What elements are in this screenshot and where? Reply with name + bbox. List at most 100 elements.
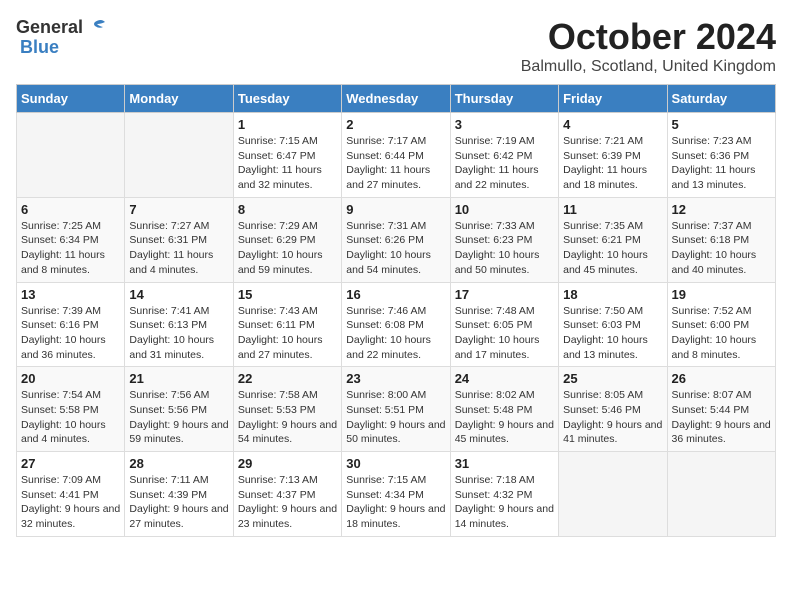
cell-daylight: Daylight: 9 hours and 54 minutes.	[238, 419, 337, 446]
cell-info: Sunrise: 7:56 AMSunset: 5:56 PMDaylight:…	[129, 388, 228, 447]
calendar-cell: 9Sunrise: 7:31 AMSunset: 6:26 PMDaylight…	[342, 197, 450, 282]
cell-sunrise: Sunrise: 7:23 AM	[672, 135, 752, 147]
cell-daylight: Daylight: 9 hours and 18 minutes.	[346, 503, 445, 530]
cell-sunset: Sunset: 5:58 PM	[21, 404, 99, 416]
cell-daylight: Daylight: 11 hours and 8 minutes.	[21, 249, 105, 276]
cell-day-number: 11	[563, 202, 662, 217]
calendar-cell: 16Sunrise: 7:46 AMSunset: 6:08 PMDayligh…	[342, 282, 450, 367]
cell-daylight: Daylight: 11 hours and 27 minutes.	[346, 164, 430, 191]
cell-info: Sunrise: 7:21 AMSunset: 6:39 PMDaylight:…	[563, 134, 662, 193]
cell-sunset: Sunset: 5:44 PM	[672, 404, 750, 416]
cell-sunset: Sunset: 4:41 PM	[21, 489, 99, 501]
cell-info: Sunrise: 7:11 AM Sunset: 4:39 PM Daylight:…	[129, 473, 228, 532]
cell-sunrise: Sunrise: 8:05 AM	[563, 389, 643, 401]
day-sunday: Sunday	[17, 85, 125, 113]
cell-sunset: Sunset: 6:13 PM	[129, 319, 207, 331]
cell-sunrise: Sunrise: 7:09 AM	[21, 474, 101, 486]
cell-sunrise: Sunrise: 7:29 AM	[238, 220, 318, 232]
calendar-cell: 13Sunrise: 7:39 AMSunset: 6:16 PMDayligh…	[17, 282, 125, 367]
calendar-table: Sunday Monday Tuesday Wednesday Thursday…	[16, 84, 776, 537]
cell-daylight: Daylight: 10 hours and 8 minutes.	[672, 334, 757, 361]
cell-daylight: Daylight: 11 hours and 13 minutes.	[672, 164, 756, 191]
cell-sunset: Sunset: 6:23 PM	[455, 234, 533, 246]
cell-day-number: 29	[238, 456, 337, 471]
cell-info: Sunrise: 7:29 AMSunset: 6:29 PMDaylight:…	[238, 219, 337, 278]
calendar-week-3: 20Sunrise: 7:54 AMSunset: 5:58 PMDayligh…	[17, 367, 776, 452]
cell-info: Sunrise: 7:52 AMSunset: 6:00 PMDaylight:…	[672, 304, 771, 363]
calendar-cell: 23Sunrise: 8:00 AMSunset: 5:51 PMDayligh…	[342, 367, 450, 452]
day-monday: Monday	[125, 85, 233, 113]
cell-day-number: 23	[346, 371, 445, 386]
cell-sunset: Sunset: 6:05 PM	[455, 319, 533, 331]
calendar-cell: 12 Sunrise: 7:37 AMSunset: 6:18 PMDayligh…	[667, 197, 775, 282]
cell-daylight: Daylight: 10 hours and 40 minutes.	[672, 249, 757, 276]
cell-info: Sunrise: 7:35 AMSunset: 6:21 PMDaylight:…	[563, 219, 662, 278]
calendar-cell: 3Sunrise: 7:19 AMSunset: 6:42 PMDaylight…	[450, 113, 558, 198]
cell-sunset: Sunset: 4:37 PM	[238, 489, 316, 501]
cell-daylight: Daylight: 9 hours and 50 minutes.	[346, 419, 445, 446]
cell-day-number: 30	[346, 456, 445, 471]
cell-sunset: Sunset: 6:00 PM	[672, 319, 750, 331]
cell-sunrise: Sunrise: 8:02 AM	[455, 389, 535, 401]
cell-day-number: 9	[346, 202, 445, 217]
calendar-cell: 14Sunrise: 7:41 AMSunset: 6:13 PMDayligh…	[125, 282, 233, 367]
cell-daylight: Daylight: 10 hours and 22 minutes.	[346, 334, 431, 361]
cell-sunset: Sunset: 6:08 PM	[346, 319, 424, 331]
cell-sunrise: Sunrise: 8:07 AM	[672, 389, 752, 401]
logo-general: General	[16, 18, 83, 36]
cell-day-number: 22	[238, 371, 337, 386]
calendar-cell: 15Sunrise: 7:43 AMSunset: 6:11 PMDayligh…	[233, 282, 341, 367]
cell-sunrise: Sunrise: 7:37 AM	[672, 220, 752, 232]
cell-info: Sunrise: 8:02 AMSunset: 5:48 PMDaylight:…	[455, 388, 554, 447]
cell-sunrise: Sunrise: 7:18 AM	[455, 474, 535, 486]
calendar-cell: 22 Sunrise: 7:58 AMSunset: 5:53 PMDayligh…	[233, 367, 341, 452]
cell-info: Sunrise: 7:39 AMSunset: 6:16 PMDaylight:…	[21, 304, 120, 363]
calendar-cell: 4Sunrise: 7:21 AMSunset: 6:39 PMDaylight…	[559, 113, 667, 198]
calendar-cell: 17Sunrise: 7:48 AMSunset: 6:05 PMDayligh…	[450, 282, 558, 367]
cell-sunrise: Sunrise: 7:39 AM	[21, 305, 101, 317]
logo-bird-icon	[85, 16, 107, 38]
cell-daylight: Daylight: 9 hours and 14 minutes.	[455, 503, 554, 530]
cell-sunset: Sunset: 6:47 PM	[238, 150, 316, 162]
cell-sunset: Sunset: 6:39 PM	[563, 150, 641, 162]
cell-sunrise: Sunrise: 7:11 AM	[129, 474, 208, 486]
cell-sunrise: Sunrise: 7:31 AM	[346, 220, 426, 232]
cell-info: Sunrise: 7:27 AMSunset: 6:31 PMDaylight:…	[129, 219, 228, 278]
cell-day-number: 31	[455, 456, 554, 471]
cell-day-number: 14	[129, 287, 228, 302]
cell-sunrise: Sunrise: 7:15 AM	[346, 474, 426, 486]
cell-day-number: 27	[21, 456, 120, 471]
cell-sunrise: Sunrise: 7:25 AM	[21, 220, 101, 232]
cell-sunrise: Sunrise: 7:48 AM	[455, 305, 535, 317]
calendar-cell	[17, 113, 125, 198]
calendar-cell: 7Sunrise: 7:27 AMSunset: 6:31 PMDaylight…	[125, 197, 233, 282]
cell-sunset: Sunset: 4:39 PM	[129, 489, 207, 501]
logo-blue: Blue	[20, 37, 59, 57]
cell-info: Sunrise: 7:18 AMSunset: 4:32 PMDaylight:…	[455, 473, 554, 532]
cell-day-number: 12	[672, 202, 771, 217]
cell-info: Sunrise: 7:58 AMSunset: 5:53 PMDaylight:…	[238, 388, 337, 447]
cell-info: Sunrise: 7:50 AMSunset: 6:03 PMDaylight:…	[563, 304, 662, 363]
cell-sunset: Sunset: 5:48 PM	[455, 404, 533, 416]
cell-sunset: Sunset: 6:34 PM	[21, 234, 99, 246]
cell-info: Sunrise: 7:25 AM Sunset: 6:34 PM Daylight:…	[21, 219, 120, 278]
calendar-cell: 30 Sunrise: 7:15 AMSunset: 4:34 PMDayligh…	[342, 452, 450, 537]
cell-sunrise: Sunrise: 7:46 AM	[346, 305, 426, 317]
calendar-cell: 6Sunrise: 7:25 AMSunset: 6:34 PMDaylight…	[17, 197, 125, 282]
cell-sunset: Sunset: 6:11 PM	[238, 319, 315, 331]
day-thursday: Thursday	[450, 85, 558, 113]
cell-sunrise: Sunrise: 7:17 AM	[346, 135, 426, 147]
cell-info: Sunrise: 7:37 AMSunset: 6:18 PMDaylight:…	[672, 219, 771, 278]
cell-daylight: Daylight: 11 hours and 4 minutes.	[129, 249, 213, 276]
calendar-cell: 10Sunrise: 7:33 AMSunset: 6:23 PMDayligh…	[450, 197, 558, 282]
cell-day-number: 21	[129, 371, 228, 386]
cell-day-number: 15	[238, 287, 337, 302]
cell-day-number: 17	[455, 287, 554, 302]
cell-sunrise: Sunrise: 7:50 AM	[563, 305, 643, 317]
cell-info: Sunrise: 7:15 AMSunset: 4:34 PMDaylight:…	[346, 473, 445, 532]
cell-info: Sunrise: 7:09 AMSunset: 4:41 PMDaylight:…	[21, 473, 120, 532]
cell-info: Sunrise: 7:19 AMSunset: 6:42 PMDaylight:…	[455, 134, 554, 193]
cell-info: Sunrise: 7:15 AMSunset: 6:47 PMDaylight:…	[238, 134, 337, 193]
day-tuesday: Tuesday	[233, 85, 341, 113]
cell-daylight: Daylight: 9 hours and 27 minutes.	[129, 503, 228, 530]
